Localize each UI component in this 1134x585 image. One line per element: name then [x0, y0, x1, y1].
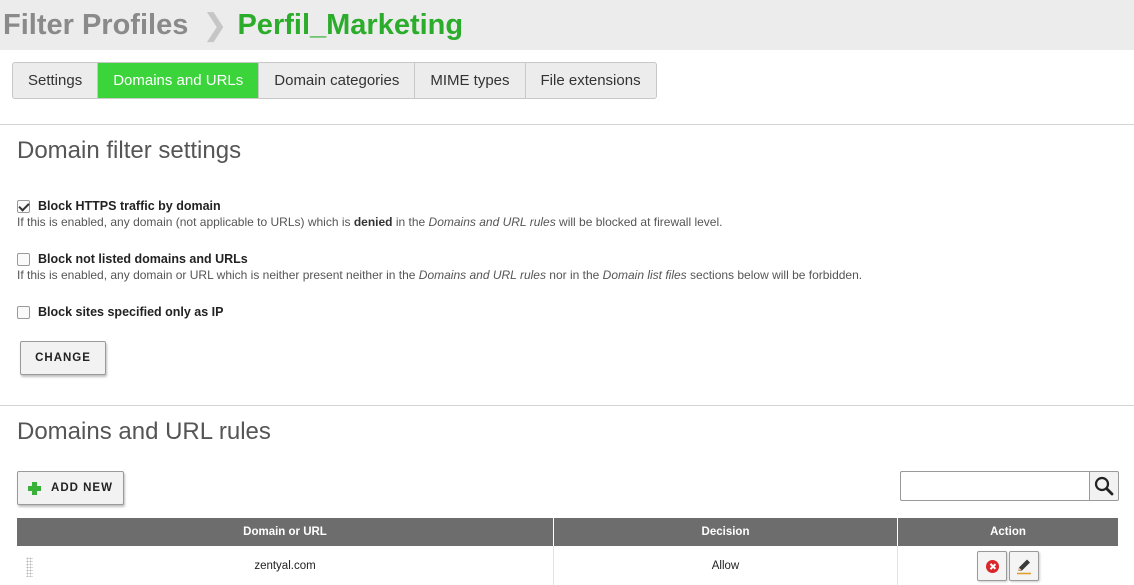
section-title-url-rules: Domains and URL rules	[17, 418, 271, 445]
block-ip-checkbox[interactable]	[17, 305, 30, 319]
block-not-listed-checkbox[interactable]	[17, 252, 30, 266]
page: Filter Profiles ❯ Perfil_Marketing Setti…	[0, 0, 1134, 585]
search-box	[900, 471, 1119, 501]
column-header-action: Action	[898, 518, 1118, 546]
edit-icon	[1017, 559, 1031, 575]
drag-handle-icon[interactable]	[26, 557, 33, 577]
edit-button[interactable]	[1009, 551, 1039, 581]
rules-table: Domain or URL Decision Action zentyal.co…	[17, 518, 1118, 585]
domain-value: zentyal.com	[254, 560, 316, 572]
section-title-domain-filter: Domain filter settings	[17, 137, 242, 164]
divider	[0, 124, 1134, 125]
block-https-label: Block HTTPS traffic by domain	[38, 199, 221, 213]
chevron-right-icon: ❯	[202, 8, 228, 42]
add-new-label: ADD NEW	[51, 482, 113, 494]
table-row: zentyal.com Allow	[17, 546, 1118, 585]
block-https-checkbox[interactable]	[17, 199, 30, 213]
option-block-not-listed: Block not listed domains and URLs If thi…	[17, 251, 862, 282]
page-header: Filter Profiles ❯ Perfil_Marketing	[0, 0, 1134, 50]
block-ip-label: Block sites specified only as IP	[38, 305, 224, 319]
tab-bar: Settings Domains and URLs Domain categor…	[12, 62, 657, 99]
tab-file-extensions[interactable]: File extensions	[526, 63, 656, 98]
table-header: Domain or URL Decision Action	[17, 518, 1118, 546]
plus-icon	[28, 481, 42, 495]
column-header-domain[interactable]: Domain or URL	[17, 518, 554, 546]
option-block-ip: Block sites specified only as IP	[17, 304, 224, 320]
change-button[interactable]: CHANGE	[20, 341, 106, 375]
tab-mime-types[interactable]: MIME types	[415, 63, 526, 98]
divider	[0, 405, 1134, 406]
block-https-help: If this is enabled, any domain (not appl…	[17, 215, 723, 229]
breadcrumb-parent[interactable]: Filter Profiles	[3, 9, 188, 42]
search-button[interactable]	[1089, 471, 1119, 501]
add-new-button[interactable]: ADD NEW	[17, 471, 124, 505]
block-not-listed-label: Block not listed domains and URLs	[38, 252, 248, 266]
cell-domain: zentyal.com	[17, 546, 554, 585]
tab-domain-categories[interactable]: Domain categories	[259, 63, 416, 98]
page-title: Perfil_Marketing	[237, 8, 464, 41]
search-input[interactable]	[900, 471, 1089, 501]
block-not-listed-help: If this is enabled, any domain or URL wh…	[17, 268, 863, 282]
cell-decision: Allow	[554, 546, 898, 585]
option-block-https: Block HTTPS traffic by domain If this is…	[17, 198, 722, 229]
search-icon	[1094, 476, 1114, 496]
tab-settings[interactable]: Settings	[13, 63, 99, 98]
tab-domains-and-urls[interactable]: Domains and URLs	[98, 63, 260, 98]
delete-button[interactable]	[977, 551, 1007, 581]
cell-action	[898, 546, 1118, 585]
column-header-decision[interactable]: Decision	[554, 518, 898, 546]
delete-icon	[985, 559, 999, 573]
